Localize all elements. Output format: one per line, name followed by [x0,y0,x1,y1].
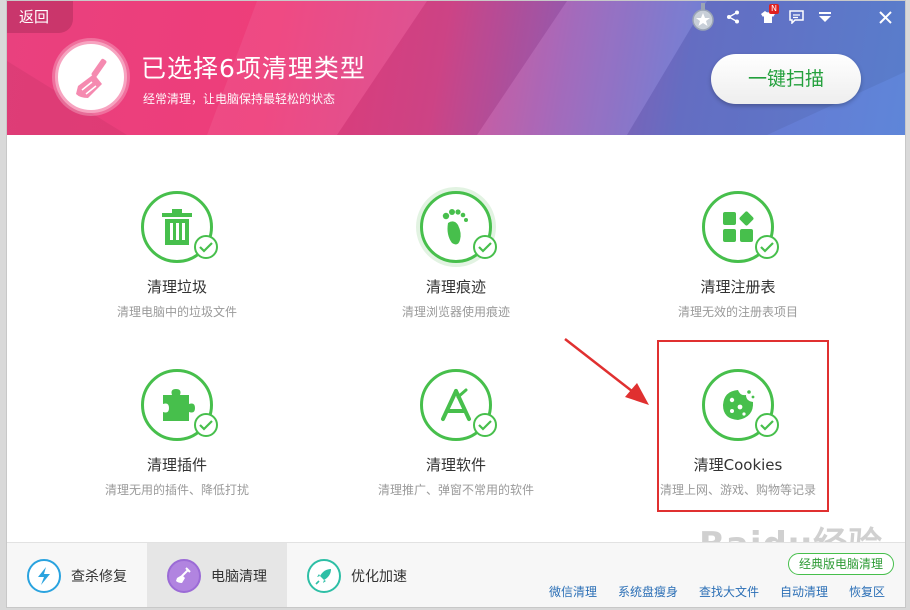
tile-description: 清理无效的注册表项目 [677,305,798,319]
tile-clean-software[interactable]: 清理软件 清理推广、弹窗不常用的软件 [336,369,576,529]
link-find-large-files[interactable]: 查找大文件 [699,583,759,600]
highlight-box [657,340,829,512]
selected-check-icon[interactable] [473,413,497,437]
page-title: 已选择6项清理类型 [141,54,366,83]
puzzle-piece-icon [163,389,195,421]
app-window: 返回 已选择6项清理类型 经常清理，让电脑保持最轻松的状态 一键扫描 N 清理垃… [6,0,906,608]
tile-title: 清理痕迹 [425,278,486,296]
tab-virus-scan-repair[interactable]: 查杀修复 [7,543,147,607]
tab-label: 电脑清理 [211,569,267,585]
notification-badge: N [769,4,779,14]
tile-clean-traces[interactable]: 清理痕迹 清理浏览器使用痕迹 [336,191,576,351]
tile-description: 清理无用的插件、降低打扰 [104,483,249,497]
lightning-shield-icon [27,559,61,593]
feedback-message-icon[interactable] [786,7,806,27]
menu-dropdown-icon[interactable] [815,7,835,27]
tile-description: 清理推广、弹窗不常用的软件 [377,483,534,497]
tab-label: 查杀修复 [71,569,127,585]
app-store-icon [441,388,471,421]
tile-title: 清理插件 [146,456,207,474]
link-wechat-clean[interactable]: 微信清理 [549,583,597,600]
selected-check-icon[interactable] [755,235,779,259]
tile-description: 清理浏览器使用痕迹 [401,305,510,319]
tshirt-skin-icon[interactable]: N [758,4,779,27]
tab-label: 优化加速 [351,569,407,585]
selected-check-icon[interactable] [194,235,218,259]
broom-icon [76,58,107,98]
registry-blocks-icon [723,211,754,242]
tile-description: 清理电脑中的垃圾文件 [116,305,237,319]
tile-clean-plugins[interactable]: 清理插件 清理无用的插件、降低打扰 [57,369,297,529]
broom-icon [167,559,201,593]
close-icon[interactable] [875,7,895,27]
one-click-scan-button[interactable]: 一键扫描 [711,54,861,104]
classic-clean-button[interactable]: 经典版电脑清理 [788,553,894,575]
selected-check-icon[interactable] [194,413,218,437]
footer-bar: 查杀修复 电脑清理 优化加速 经典版电脑清理 微信清理 系统盘瘦身 查找大文件 … [7,542,905,607]
link-auto-clean[interactable]: 自动清理 [780,583,828,600]
tile-title: 清理注册表 [700,278,776,296]
clean-type-badge [55,41,127,113]
tile-clean-registry[interactable]: 清理注册表 清理无效的注册表项目 [618,191,858,351]
tile-title: 清理软件 [425,456,486,474]
page-subtitle: 经常清理，让电脑保持最轻松的状态 [143,92,336,106]
footprint-icon [442,209,468,245]
tab-pc-clean[interactable]: 电脑清理 [147,543,287,607]
header-banner: 返回 已选择6项清理类型 经常清理，让电脑保持最轻松的状态 一键扫描 N [7,1,905,135]
trash-can-icon [162,209,192,245]
back-button[interactable]: 返回 [7,1,73,33]
share-icon[interactable] [723,7,743,27]
link-system-disk-slim[interactable]: 系统盘瘦身 [618,583,678,600]
red-arrow-annotation [564,338,649,405]
tile-clean-junk[interactable]: 清理垃圾 清理电脑中的垃圾文件 [57,191,297,351]
selected-check-icon[interactable] [473,235,497,259]
rocket-icon [307,559,341,593]
star-medal-icon[interactable] [692,3,714,31]
tile-title: 清理垃圾 [146,278,207,296]
link-recovery-area[interactable]: 恢复区 [849,583,885,600]
tab-optimize-speedup[interactable]: 优化加速 [287,543,427,607]
